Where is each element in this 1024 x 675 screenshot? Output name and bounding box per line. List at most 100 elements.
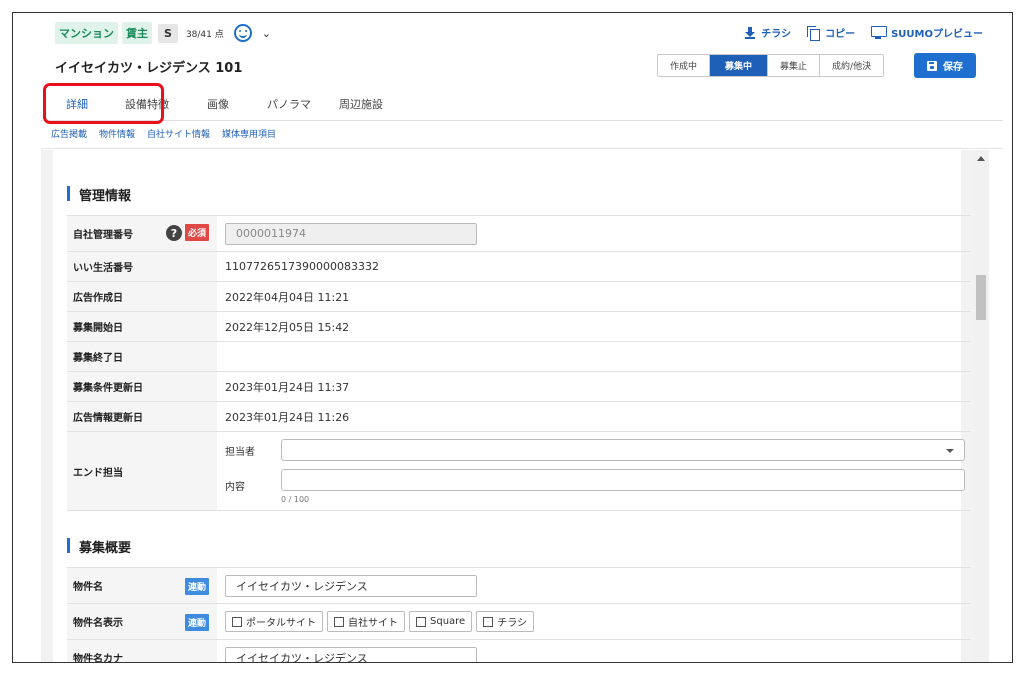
form-panel: 管理情報 自社管理番号 ? 必須 0000011974 いい生活番号 11077… <box>53 150 971 662</box>
table-row: 募集開始日 2022年12月05日 15:42 <box>67 311 971 341</box>
section-title-management: 管理情報 <box>67 185 131 204</box>
status-draft[interactable]: 作成中 <box>658 55 711 76</box>
field-label: 広告情報更新日 <box>67 402 217 431</box>
status-toggle: 作成中 募集中 募集止 成約/他決 <box>657 54 885 77</box>
suumo-preview-button[interactable]: SUUMOプレビュー <box>871 25 983 40</box>
checkbox-own-site[interactable]: 自社サイト <box>327 611 405 632</box>
checkbox-icon <box>416 616 426 627</box>
property-name-input[interactable]: イイセイカツ・レジデンス <box>225 574 477 597</box>
scroll-up-icon[interactable] <box>977 156 985 161</box>
table-row: 募集終了日 <box>67 341 971 371</box>
field-label: 募集開始日 <box>67 312 217 341</box>
checkbox-flyer[interactable]: チラシ <box>476 611 535 632</box>
save-label: 保存 <box>943 62 963 73</box>
form-content: 管理情報 自社管理番号 ? 必須 0000011974 いい生活番号 11077… <box>41 150 973 662</box>
person-label: 担当者 <box>225 447 255 458</box>
field-label: 物件名カナ <box>67 640 217 662</box>
status-stopped[interactable]: 募集止 <box>768 55 821 76</box>
table-row: 広告情報更新日 2023年01月24日 11:26 <box>67 401 971 431</box>
field-value: 1107726517390000083332 <box>225 260 379 273</box>
screenshot-frame: マンション 賃主 S 38/41 点 ⌄ チラシ コピー SUUMOプレビュー … <box>12 12 1013 663</box>
field-label: 物件名表示 連動 <box>67 604 217 639</box>
suumo-preview-label: SUUMOプレビュー <box>891 29 983 40</box>
section-nav: 広告掲載 物件情報 自社サイト情報 媒体専用項目 <box>51 127 276 140</box>
field-label: 物件名 連動 <box>67 568 217 603</box>
table-row: 自社管理番号 ? 必須 0000011974 <box>67 215 971 251</box>
nav-media[interactable]: 媒体専用項目 <box>222 127 276 140</box>
checkbox-icon <box>483 616 494 627</box>
nav-property[interactable]: 物件情報 <box>99 127 135 140</box>
checkbox-icon <box>232 616 242 627</box>
field-value: イイセイカツ・レジデンス <box>217 640 971 662</box>
field-value: ポータルサイト 自社サイト Square チラシ <box>217 604 971 639</box>
copy-icon <box>807 26 821 41</box>
help-icon[interactable]: ? <box>166 225 182 241</box>
required-badge: 必須 <box>185 224 210 241</box>
field-value: イイセイカツ・レジデンス <box>217 568 971 603</box>
field-value: 2022年12月05日 15:42 <box>225 320 350 334</box>
flyer-label: チラシ <box>761 29 792 40</box>
role-tag: 賃主 <box>122 22 152 44</box>
field-label: エンド担当 <box>67 432 217 510</box>
grade-badge: S <box>158 23 178 43</box>
table-row: 物件名 連動 イイセイカツ・レジデンス <box>67 567 971 603</box>
field-label: いい生活番号 <box>67 252 217 281</box>
status-recruiting[interactable]: 募集中 <box>710 55 769 76</box>
page-title: イイセイカツ・レジデンス 101 <box>55 61 243 76</box>
field-value: 0000011974 <box>217 216 971 251</box>
chevron-down-icon[interactable]: ⌄ <box>262 27 271 40</box>
content-label: 内容 <box>225 482 245 493</box>
download-icon <box>745 26 756 39</box>
table-row: 物件名カナ イイセイカツ・レジデンス <box>67 639 971 662</box>
copy-button[interactable]: コピー <box>807 25 856 41</box>
monitor-icon <box>871 26 888 39</box>
linked-badge: 連動 <box>185 614 210 631</box>
tab-panorama[interactable]: パノラマ <box>267 96 311 112</box>
field-label: 自社管理番号 ? 必須 <box>67 216 217 251</box>
property-editor: マンション 賃主 S 38/41 点 ⌄ チラシ コピー SUUMOプレビュー … <box>41 13 1003 662</box>
checkbox-icon <box>334 616 344 627</box>
tab-bar: 詳細 設備特徴 画像 パノラマ 周辺施設 <box>41 89 1003 121</box>
field-label: 広告作成日 <box>67 282 217 311</box>
caret-down-icon <box>946 449 954 453</box>
table-row: 募集条件更新日 2023年01月24日 11:37 <box>67 371 971 401</box>
divider <box>41 148 1003 149</box>
flyer-button[interactable]: チラシ <box>745 25 791 40</box>
copy-label: コピー <box>825 29 856 40</box>
property-kana-input[interactable]: イイセイカツ・レジデンス <box>225 646 477 662</box>
content-input[interactable] <box>281 469 965 491</box>
field-value: 担当者 内容 0 / 100 <box>217 432 971 510</box>
highlight-annotation <box>43 83 164 124</box>
field-label: 募集終了日 <box>67 342 217 371</box>
field-value: 2023年01月24日 11:37 <box>225 380 350 394</box>
nav-ad[interactable]: 広告掲載 <box>51 127 87 140</box>
checkbox-portal[interactable]: ポータルサイト <box>225 611 323 632</box>
scrollbar[interactable] <box>973 150 989 662</box>
table-row: いい生活番号 1107726517390000083332 <box>67 251 971 281</box>
checkbox-square[interactable]: Square <box>409 611 473 632</box>
status-contracted[interactable]: 成約/他決 <box>820 55 884 76</box>
tab-nearby[interactable]: 周辺施設 <box>339 96 383 112</box>
property-meta: マンション 賃主 S 38/41 点 ⌄ <box>55 22 271 44</box>
type-tag: マンション <box>55 22 118 44</box>
field-value: 2022年04月04日 11:21 <box>225 290 350 304</box>
save-icon <box>927 60 937 71</box>
section-title-recruit: 募集概要 <box>67 537 131 556</box>
save-button[interactable]: 保存 <box>914 53 976 78</box>
tab-images[interactable]: 画像 <box>207 96 229 112</box>
table-row: 広告作成日 2022年04月04日 11:21 <box>67 281 971 311</box>
table-row: 物件名表示 連動 ポータルサイト 自社サイト Square チラシ <box>67 603 971 639</box>
scroll-thumb[interactable] <box>976 275 986 320</box>
char-counter: 0 / 100 <box>281 495 310 504</box>
smile-icon[interactable] <box>233 24 252 42</box>
nav-own-site[interactable]: 自社サイト情報 <box>147 127 210 140</box>
table-row: エンド担当 担当者 内容 0 / 100 <box>67 431 971 511</box>
field-value: 2023年01月24日 11:26 <box>225 410 350 424</box>
company-id-input[interactable]: 0000011974 <box>225 222 477 245</box>
header-actions: チラシ コピー SUUMOプレビュー <box>745 25 983 41</box>
linked-badge: 連動 <box>185 578 210 595</box>
score-text: 38/41 点 <box>185 29 224 40</box>
person-select[interactable] <box>281 439 965 461</box>
field-label: 募集条件更新日 <box>67 372 217 401</box>
field-value <box>217 342 971 371</box>
